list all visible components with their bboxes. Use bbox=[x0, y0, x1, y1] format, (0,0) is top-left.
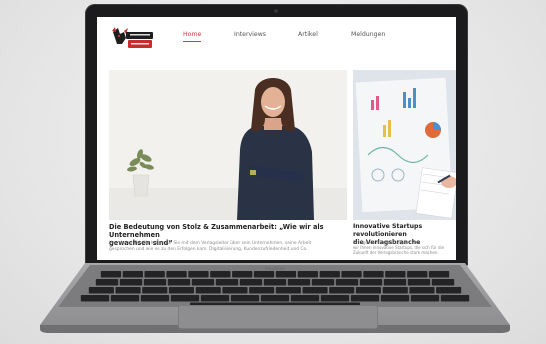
site-header: Home Interviews Artikel Meldungen bbox=[97, 17, 456, 67]
keyboard-key bbox=[329, 287, 355, 294]
keyboard-key bbox=[407, 279, 431, 286]
nav-interviews-label: Interviews bbox=[234, 31, 266, 38]
keyboard-key bbox=[119, 279, 143, 286]
keyboard-key bbox=[200, 295, 230, 302]
laptop-lid: Home Interviews Artikel Meldungen Die Be… bbox=[85, 4, 468, 266]
analytics-photo bbox=[353, 70, 456, 220]
keyboard-key bbox=[410, 295, 440, 302]
keyboard-key bbox=[215, 279, 239, 286]
keyboard-key bbox=[140, 295, 170, 302]
keyboard-key bbox=[287, 279, 311, 286]
keyboard-key bbox=[383, 279, 407, 286]
keyboard-key bbox=[143, 279, 167, 286]
keyboard-key bbox=[380, 295, 410, 302]
main-article-excerpt-line-2: gesprochen und wie es zu den Erfolgen ka… bbox=[109, 246, 308, 252]
keyboard-key bbox=[80, 295, 110, 302]
nav-meldungen-label: Meldungen bbox=[351, 31, 386, 38]
keyboard-key bbox=[359, 279, 383, 286]
side-article-excerpt-line-3: Zukunft der Verlagsbranche stark machen. bbox=[353, 250, 439, 255]
keyboard-key bbox=[409, 287, 435, 294]
keyboard-key bbox=[222, 287, 248, 294]
nav-active-underline bbox=[183, 41, 202, 42]
keyboard-key bbox=[195, 287, 221, 294]
keyboard-key bbox=[230, 295, 260, 302]
trackpad[interactable] bbox=[178, 305, 378, 329]
keyboard-key bbox=[440, 295, 470, 302]
side-article-title-line-1: Innovative Startups revolutionieren bbox=[353, 223, 423, 238]
keyboard-key bbox=[239, 279, 263, 286]
keyboard-key bbox=[191, 279, 215, 286]
main-nav: Home Interviews Artikel Meldungen bbox=[97, 17, 456, 47]
side-article-excerpt: In folgendem Artikel zeigen wir Ihnen in… bbox=[353, 240, 456, 255]
keyboard-key bbox=[436, 287, 462, 294]
keyboard-key bbox=[168, 287, 194, 294]
laptop-brand-label: MacBook bbox=[264, 267, 286, 272]
keyboard-key bbox=[275, 287, 301, 294]
keyboard-key bbox=[142, 287, 168, 294]
laptop-screen: Home Interviews Artikel Meldungen Die Be… bbox=[97, 17, 456, 260]
nav-interviews[interactable]: Interviews bbox=[234, 31, 266, 38]
main-article-image[interactable] bbox=[109, 70, 347, 220]
hero-photo bbox=[109, 70, 347, 220]
main-article-title-line-1: Die Bedeutung von Stolz & Zusammenarbeit… bbox=[109, 223, 324, 239]
keyboard-key bbox=[170, 295, 200, 302]
nav-home-label: Home bbox=[183, 31, 202, 38]
keyboard-key bbox=[115, 287, 141, 294]
laptop-base: MacBook bbox=[40, 263, 510, 333]
main-article-excerpt: Von Verlag TV: Wir haben für Sie mit dem… bbox=[109, 241, 349, 252]
keyboard-key bbox=[355, 287, 381, 294]
keyboard-key bbox=[260, 295, 290, 302]
keyboard-key bbox=[249, 287, 275, 294]
keyboard-key bbox=[311, 279, 335, 286]
keyboard-key bbox=[263, 279, 287, 286]
keyboard-key bbox=[110, 295, 140, 302]
keyboard-key bbox=[320, 295, 350, 302]
keyboard-key bbox=[350, 295, 380, 302]
camera-icon bbox=[274, 9, 278, 13]
nav-meldungen[interactable]: Meldungen bbox=[351, 31, 385, 38]
nav-home[interactable]: Home bbox=[183, 31, 202, 42]
keyboard-key bbox=[302, 287, 328, 294]
keyboard-key bbox=[290, 295, 320, 302]
keyboard-key bbox=[382, 287, 408, 294]
keyboard-key bbox=[167, 279, 191, 286]
keyboard-key bbox=[335, 279, 359, 286]
keyboard-key bbox=[88, 287, 114, 294]
nav-artikel-label: Artikel bbox=[298, 31, 318, 38]
keyboard-key bbox=[431, 279, 455, 286]
product-scene: Home Interviews Artikel Meldungen Die Be… bbox=[0, 0, 546, 344]
keyboard-key bbox=[95, 279, 119, 286]
nav-artikel[interactable]: Artikel bbox=[298, 31, 318, 38]
side-article-image[interactable] bbox=[353, 70, 456, 220]
